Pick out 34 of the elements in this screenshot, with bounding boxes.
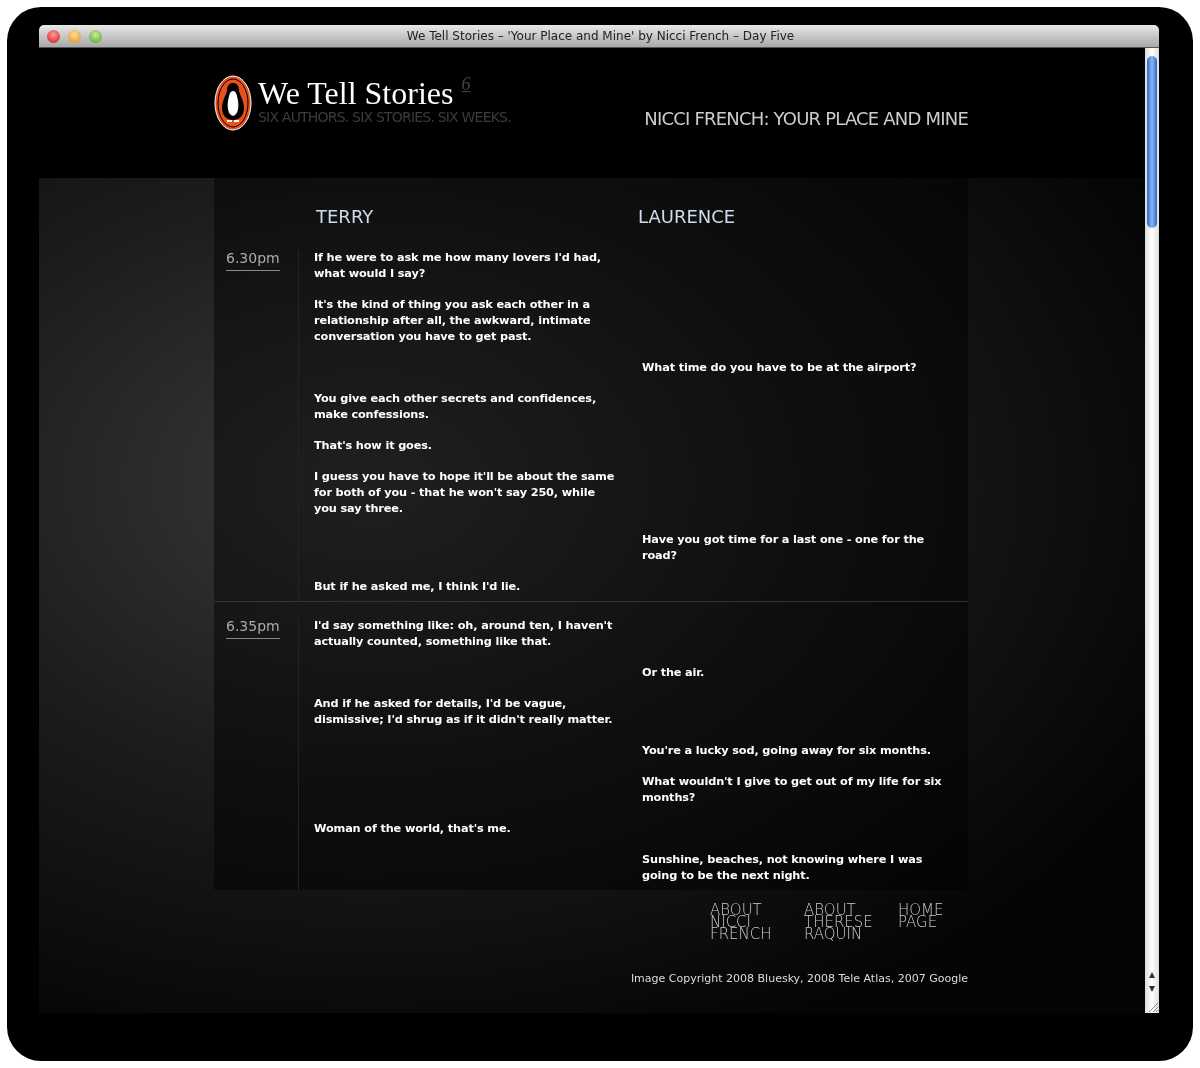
site-title[interactable]: We Tell Stories [258,75,454,112]
story-line: I'd say something like: oh, around ten, I haven't actually counted, something like that. [313,618,614,650]
tagline: SIX AUTHORS. SIX STORIES. SIX WEEKS. [258,109,511,125]
footer-link[interactable]: ABOUT NICCI FRENCH [710,904,780,940]
story-title: NICCI FRENCH: YOUR PLACE AND MINE [644,107,968,129]
story-line: Sunshine, beaches, not knowing where I was going to be the next night. [641,852,924,884]
story-line: And if he asked for details, I'd be vague, dismissive; I'd shrug as if it didn't really matter. [313,696,614,728]
time-label: 6.30pm [226,250,280,271]
footer-link[interactable]: ABOUT THERESE RAQUIN [804,904,874,940]
story-line: Or the air. [641,665,706,681]
close-button[interactable] [47,29,60,43]
story-line: But if he asked me, I think I'd lie. [313,579,522,595]
scroll-thumb[interactable] [1147,56,1157,228]
copyright-text: Image Copyright 2008 Bluesky, 2008 Tele Atlas, 2007 Google [629,972,968,985]
scroll-up-icon[interactable] [1148,971,1156,979]
window-title: We Tell Stories – 'Your Place and Mine' by Nicci French – Day Five [405,29,796,43]
story-line: What time do you have to be at the airport? [641,360,918,376]
story-line: It's the kind of thing you ask each other in a relationship after all, the awkward, intimate conversation you have to get past. [313,297,592,345]
time-label: 6.35pm [226,618,280,639]
scrollbar[interactable] [1145,48,1159,1013]
story-line: Have you got time for a last one - one for the road? [641,532,926,564]
story-line: I guess you have to hope it'll be about the same for both of you - that he won't say 250, while you say three. [313,469,616,517]
column-heading: LAURENCE [637,206,737,229]
zoom-button[interactable] [89,29,102,43]
column-heading: TERRY [315,206,375,229]
story-line: What wouldn't I give to get out of my life for six months? [641,774,943,806]
story-line: If he were to ask me how many lovers I'd had, what would I say? [313,250,602,282]
story-line: You're a lucky sod, going away for six months. [641,743,932,759]
story-line: You give each other secrets and confidences, make confessions. [313,391,598,423]
story-line: Woman of the world, that's me. [313,821,512,837]
story-line: That's how it goes. [313,438,433,454]
scroll-down-icon[interactable] [1148,985,1156,993]
footer-link[interactable]: HOME PAGE [898,904,968,940]
penguin-logo-icon[interactable] [214,75,252,131]
